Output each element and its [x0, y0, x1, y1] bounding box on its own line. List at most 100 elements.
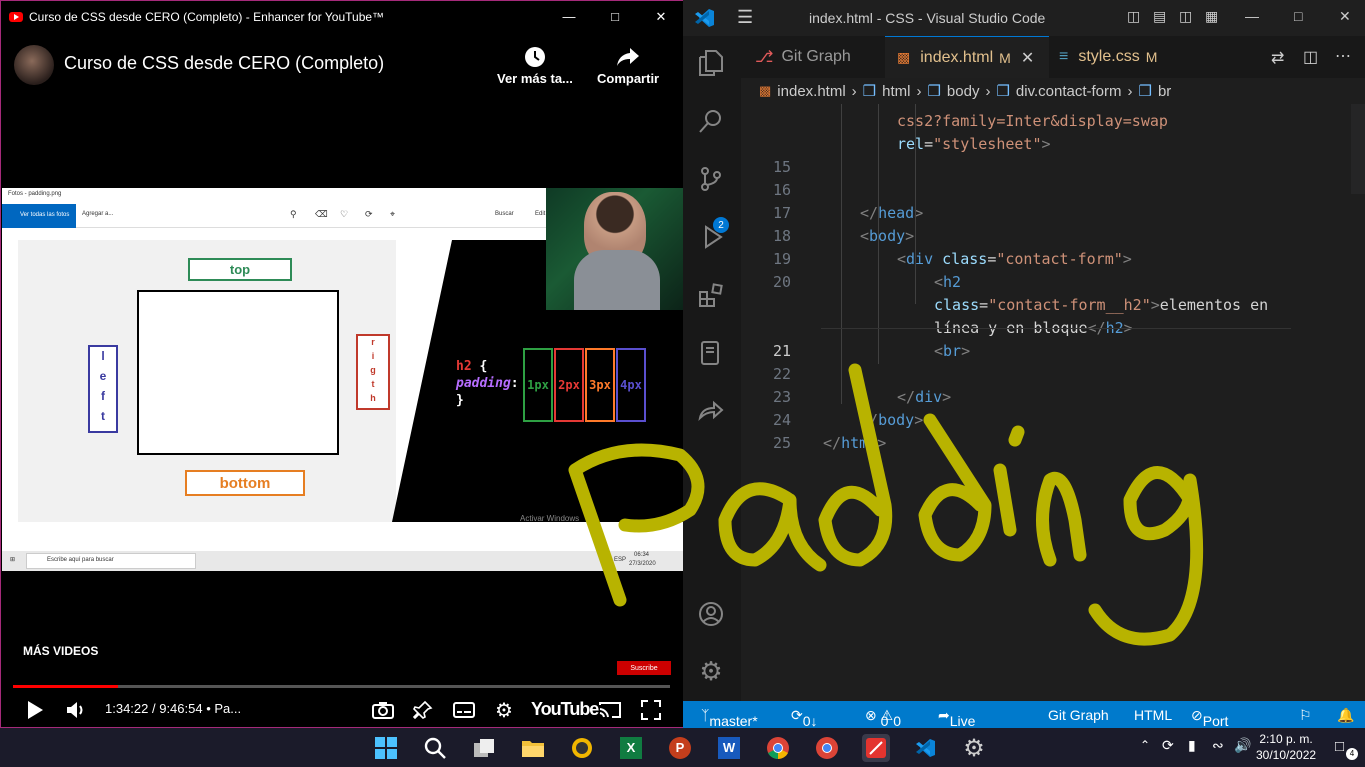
- layout-secondary-icon[interactable]: ◫: [1179, 8, 1192, 25]
- search-icon[interactable]: [696, 106, 726, 136]
- tab-index-html[interactable]: ▩ index.html M ✕: [885, 36, 1049, 78]
- sync-tray-icon[interactable]: ⟳: [1162, 737, 1174, 754]
- vscode-minimize-button[interactable]: —: [1245, 8, 1259, 24]
- settings-icon[interactable]: ⚙: [492, 698, 516, 722]
- live-share-icon[interactable]: [696, 396, 726, 426]
- remote-explorer-icon[interactable]: [696, 338, 726, 368]
- minimize-button[interactable]: —: [546, 1, 592, 32]
- tab-style-css[interactable]: ≡ style.css M: [1059, 36, 1199, 78]
- start-icon[interactable]: [372, 734, 400, 762]
- live-share-item[interactable]: ➦ Live Share: [938, 707, 987, 745]
- git-graph-status[interactable]: Git Graph: [1048, 707, 1109, 723]
- code-editor[interactable]: css2?family=Inter&display=swap rel="style…: [741, 104, 1365, 701]
- powerpoint-icon[interactable]: P: [666, 734, 694, 762]
- tab-close-icon[interactable]: ✕: [1021, 48, 1034, 68]
- share-button[interactable]: Compartir: [597, 43, 659, 86]
- paint-icon[interactable]: [862, 734, 890, 762]
- progress-played: [13, 685, 119, 688]
- play-button[interactable]: [23, 698, 47, 722]
- vscode-taskbar-icon[interactable]: [911, 734, 939, 762]
- code-line: </html>: [823, 434, 886, 452]
- more-actions-icon[interactable]: ⋯: [1335, 46, 1351, 66]
- git-graph-icon: ⎇: [755, 49, 774, 66]
- breadcrumb-html[interactable]: html: [882, 83, 910, 100]
- task-view-icon[interactable]: [470, 734, 498, 762]
- screenshot-icon[interactable]: [371, 698, 395, 722]
- chrome-icon[interactable]: [764, 734, 792, 762]
- extensions-icon[interactable]: [696, 280, 726, 310]
- subtitles-icon[interactable]: [452, 698, 476, 722]
- video-title[interactable]: Curso de CSS desde CERO (Completo): [64, 53, 384, 74]
- padding-value-box: 2px: [554, 348, 584, 422]
- sync-item[interactable]: ⟳ 0↓ 4↑: [791, 707, 818, 745]
- compare-changes-icon[interactable]: ⇄: [1271, 48, 1284, 68]
- progress-bar[interactable]: [13, 685, 670, 688]
- settings-app-icon[interactable]: ⚙: [960, 734, 988, 762]
- code-token: css2?family=Inter&display=swap: [897, 112, 1168, 130]
- volume-button[interactable]: [64, 698, 88, 722]
- language-mode[interactable]: HTML: [1134, 707, 1172, 723]
- close-button[interactable]: ✕: [638, 1, 684, 32]
- code-property: padding: [456, 376, 511, 391]
- code-line: rel="stylesheet">: [897, 135, 1051, 153]
- battery-icon[interactable]: ▮: [1188, 737, 1196, 754]
- pin-icon[interactable]: [411, 698, 435, 722]
- branch-label: master*: [709, 713, 758, 729]
- breadcrumb-body[interactable]: body: [947, 83, 980, 100]
- heart-icon: ♡: [340, 209, 349, 219]
- excel-icon[interactable]: X: [617, 734, 645, 762]
- notifications-bell-icon[interactable]: 🔔: [1337, 707, 1354, 724]
- code-token: elementos en: [1159, 296, 1269, 314]
- code-token: "contact-form__h2": [988, 296, 1151, 314]
- code-token: >: [914, 411, 924, 429]
- vscode-close-button[interactable]: ✕: [1339, 8, 1351, 25]
- split-editor-icon[interactable]: ◫: [1303, 47, 1318, 67]
- breadcrumb-file[interactable]: index.html: [777, 83, 845, 100]
- notification-center-icon[interactable]: □: [1335, 738, 1344, 755]
- code-token: br: [943, 342, 962, 360]
- cast-icon[interactable]: [598, 698, 622, 722]
- tab-index-html-label: index.html: [920, 48, 994, 66]
- more-videos-label[interactable]: MÁS VIDEOS: [23, 644, 98, 658]
- code-token: >: [905, 227, 915, 245]
- breadcrumb-div[interactable]: div.contact-form: [1016, 83, 1122, 100]
- share-icon: [597, 43, 659, 71]
- word-icon[interactable]: W: [715, 734, 743, 762]
- code-token: =: [987, 250, 997, 268]
- taskbar-search-icon[interactable]: [421, 734, 449, 762]
- inner-lang: ESP: [614, 557, 627, 563]
- branch-item[interactable]: ᛉ master*: [701, 707, 758, 729]
- explorer-icon[interactable]: [696, 48, 726, 78]
- file-explorer-icon[interactable]: [519, 734, 547, 762]
- accounts-icon[interactable]: [696, 599, 726, 629]
- tab-index-html-badge: M: [999, 49, 1011, 66]
- brave-like-icon[interactable]: [568, 734, 596, 762]
- port-item[interactable]: ⊘ Port : 5500: [1191, 707, 1234, 761]
- layout-panel-icon[interactable]: ▤: [1153, 8, 1166, 25]
- maximize-button[interactable]: □: [592, 1, 638, 32]
- layout-sidebar-icon[interactable]: ◫: [1127, 8, 1140, 25]
- code-token: =: [979, 296, 989, 314]
- feedback-icon[interactable]: ⚐: [1299, 707, 1312, 724]
- tray-chevron-icon[interactable]: ⌃: [1140, 738, 1150, 752]
- youtube-logo[interactable]: YouTube: [531, 699, 599, 720]
- wifi-icon[interactable]: ∾: [1212, 737, 1224, 754]
- manage-gear-icon[interactable]: ⚙: [696, 656, 726, 686]
- watch-later-button[interactable]: Ver más ta...: [497, 43, 573, 86]
- vscode-maximize-button[interactable]: □: [1294, 8, 1302, 24]
- fullscreen-icon[interactable]: [639, 698, 663, 722]
- taskbar-clock[interactable]: 2:10 p. m. 30/10/2022: [1256, 731, 1316, 763]
- breadcrumb: ▩ index.html › ❒ html › ❒ body › ❒ div.c…: [741, 78, 1365, 104]
- channel-avatar[interactable]: [14, 45, 54, 85]
- breadcrumb-br[interactable]: br: [1158, 83, 1171, 100]
- problems-item[interactable]: ⊗ 0 ⚠ 0: [865, 707, 901, 729]
- tab-git-graph[interactable]: ⎇ Git Graph: [741, 36, 885, 78]
- layout-custom-icon[interactable]: ▦: [1205, 8, 1218, 25]
- menu-icon[interactable]: ☰: [737, 7, 753, 28]
- subscribe-button[interactable]: Suscribe: [617, 661, 671, 675]
- volume-tray-icon[interactable]: 🔊: [1234, 737, 1251, 754]
- minimap[interactable]: [1351, 104, 1365, 194]
- run-debug-icon[interactable]: [696, 222, 726, 252]
- chrome-profile-icon[interactable]: [813, 734, 841, 762]
- source-control-icon[interactable]: [696, 164, 726, 194]
